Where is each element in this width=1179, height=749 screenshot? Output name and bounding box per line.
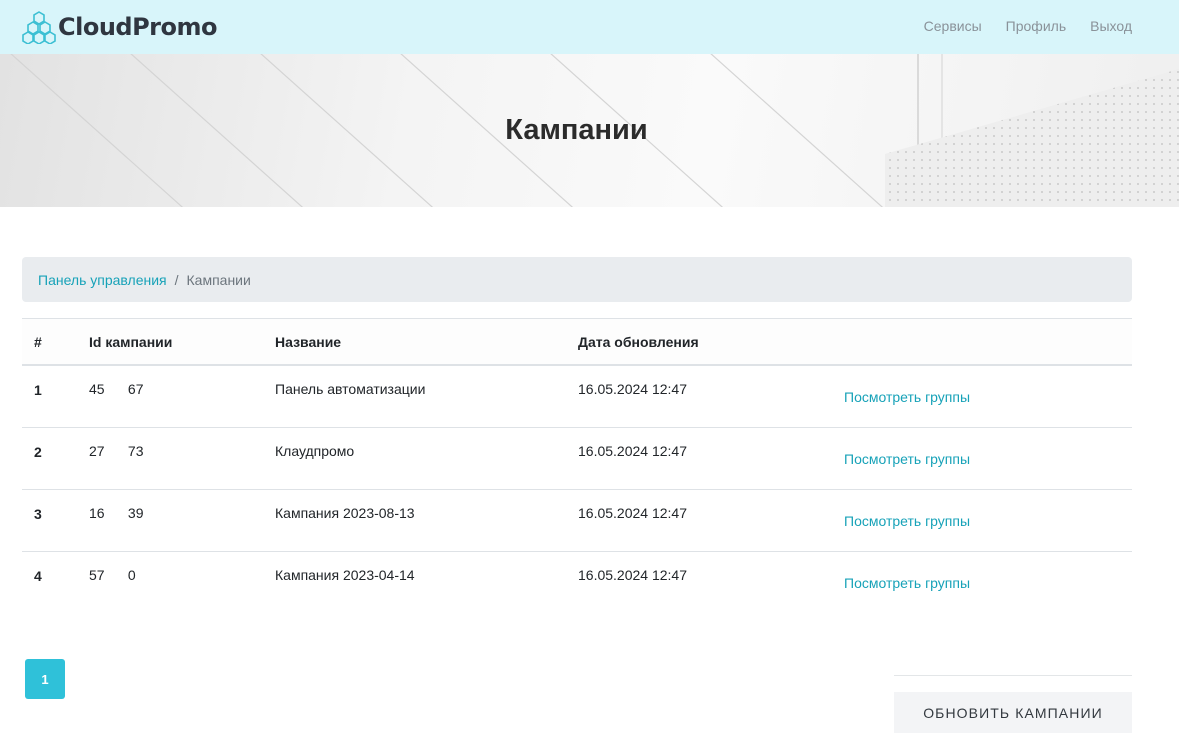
breadcrumb-dashboard-link[interactable]: Панель управления — [38, 272, 167, 288]
actions-divider — [894, 675, 1132, 676]
campaign-date: 16.05.2024 12:47 — [578, 567, 687, 583]
row-number: 3 — [34, 506, 42, 522]
view-groups-cell: Посмотреть группы — [844, 389, 970, 405]
header-number: # — [34, 334, 42, 350]
page-title: Кампании — [505, 114, 648, 146]
nav-services[interactable]: Сервисы — [924, 17, 982, 35]
campaign-date: 16.05.2024 12:47 — [578, 443, 687, 459]
pagination-page-button[interactable]: 1 — [25, 659, 65, 699]
view-groups-link[interactable]: Посмотреть группы — [844, 389, 970, 405]
campaign-name: Клаудпромо — [275, 443, 355, 459]
view-groups-link[interactable]: Посмотреть группы — [844, 451, 970, 467]
table-row: 3 16 39 Кампания 2023-08-13 16.05.2024 1… — [22, 490, 1132, 552]
header-name: Название — [275, 334, 342, 350]
campaign-name: Кампания 2023-08-13 — [275, 505, 415, 521]
breadcrumb-separator: / — [174, 271, 179, 288]
view-groups-link[interactable]: Посмотреть группы — [844, 513, 970, 529]
view-groups-cell: Посмотреть группы — [844, 513, 970, 529]
campaign-id: 57 0 — [89, 567, 136, 583]
campaigns-table: # Id кампании Название Дата обновления 1… — [22, 318, 1132, 614]
header-campaign-id: Id кампании — [89, 334, 173, 350]
table-header: # Id кампании Название Дата обновления — [22, 319, 1132, 366]
hexagon-cluster-logo-icon — [22, 11, 56, 44]
view-groups-link[interactable]: Посмотреть группы — [844, 575, 970, 591]
view-groups-cell: Посмотреть группы — [844, 451, 970, 467]
hero-banner: Кампании — [0, 54, 1179, 207]
campaign-date: 16.05.2024 12:47 — [578, 381, 687, 397]
top-navbar: CloudPromo Сервисы Профиль Выход — [0, 0, 1179, 54]
main-nav: Сервисы Профиль Выход — [924, 17, 1132, 35]
nav-profile[interactable]: Профиль — [1006, 17, 1066, 35]
row-number: 1 — [34, 382, 42, 398]
brand-name: CloudPromo — [58, 13, 218, 41]
campaign-id: 45 67 — [89, 381, 144, 397]
campaign-name: Кампания 2023-04-14 — [275, 567, 415, 583]
brand-link[interactable]: CloudPromo — [22, 10, 218, 44]
campaign-name: Панель автоматизации — [275, 381, 426, 397]
table-row: 1 45 67 Панель автоматизации 16.05.2024 … — [22, 366, 1132, 428]
campaign-id: 16 39 — [89, 505, 144, 521]
header-updated-date: Дата обновления — [578, 334, 699, 350]
update-campaigns-button[interactable]: ОБНОВИТЬ КАМПАНИИ — [894, 692, 1132, 733]
table-row: 2 27 73 Клаудпромо 16.05.2024 12:47 Посм… — [22, 428, 1132, 490]
view-groups-cell: Посмотреть группы — [844, 575, 970, 591]
row-number: 4 — [34, 568, 42, 584]
row-number: 2 — [34, 444, 42, 460]
breadcrumb: Панель управления / Кампании — [22, 257, 1132, 302]
table-row: 4 57 0 Кампания 2023-04-14 16.05.2024 12… — [22, 552, 1132, 614]
breadcrumb-current: Кампании — [186, 271, 251, 288]
campaign-id: 27 73 — [89, 443, 144, 459]
nav-logout[interactable]: Выход — [1090, 17, 1132, 35]
campaign-date: 16.05.2024 12:47 — [578, 505, 687, 521]
